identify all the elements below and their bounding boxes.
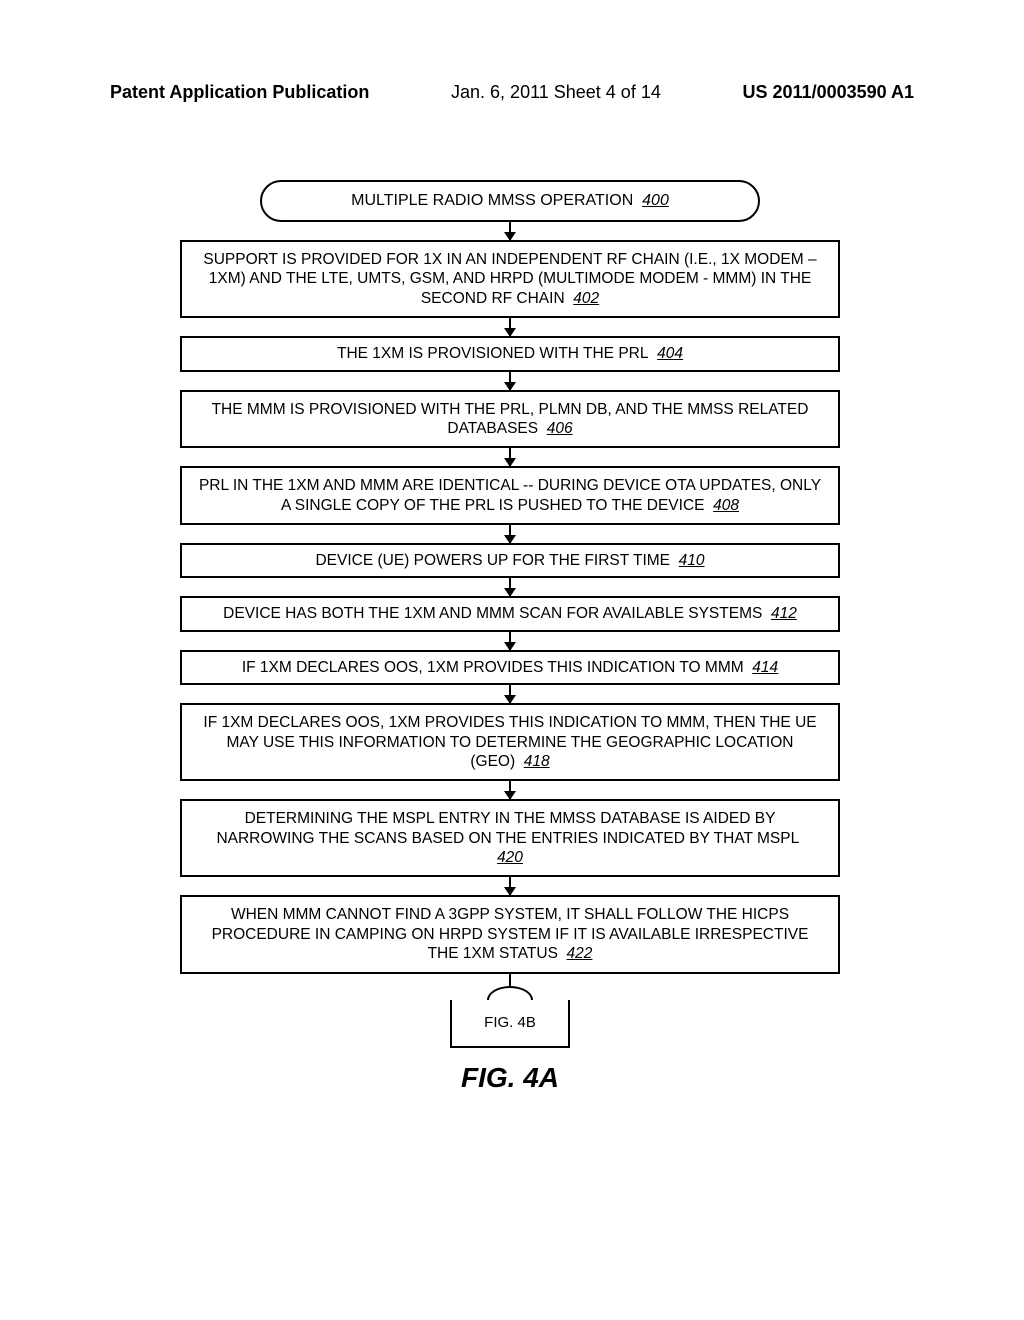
step-ref: 422	[567, 945, 593, 962]
figure-caption: FIG. 4A	[461, 1062, 559, 1094]
arrow-icon	[509, 372, 511, 390]
step-text: IF 1XM DECLARES OOS, 1XM PROVIDES THIS I…	[203, 714, 816, 770]
header-mid: Jan. 6, 2011 Sheet 4 of 14	[451, 82, 661, 103]
flow-title-box: MULTIPLE RADIO MMSS OPERATION 400	[260, 180, 760, 222]
step-text: WHEN MMM CANNOT FIND A 3GPP SYSTEM, IT S…	[212, 906, 809, 962]
step-ref: 408	[713, 497, 739, 514]
step-text: THE MMM IS PROVISIONED WITH THE PRL, PLM…	[212, 401, 809, 437]
step-text: SUPPORT IS PROVIDED FOR 1X IN AN INDEPEN…	[203, 251, 816, 307]
step-text: THE 1XM IS PROVISIONED WITH THE PRL	[337, 345, 648, 362]
page: Patent Application Publication Jan. 6, 2…	[0, 0, 1024, 1320]
flow-step: IF 1XM DECLARES OOS, 1XM PROVIDES THIS I…	[180, 703, 840, 781]
step-ref: 418	[524, 753, 550, 770]
step-ref: 420	[497, 849, 523, 866]
flowchart: MULTIPLE RADIO MMSS OPERATION 400 SUPPOR…	[170, 180, 850, 1094]
arrow-icon	[509, 318, 511, 336]
step-text: DETERMINING THE MSPL ENTRY IN THE MMSS D…	[216, 810, 799, 846]
arrow-icon	[509, 632, 511, 650]
offpage-connector: FIG. 4B	[450, 1000, 570, 1048]
header-right: US 2011/0003590 A1	[743, 82, 914, 103]
arrow-icon	[509, 448, 511, 466]
step-ref: 410	[679, 552, 705, 569]
header-left: Patent Application Publication	[110, 82, 369, 103]
step-text: IF 1XM DECLARES OOS, 1XM PROVIDES THIS I…	[242, 659, 744, 676]
arrow-icon	[509, 222, 511, 240]
step-ref: 406	[547, 420, 573, 437]
arrow-icon	[509, 877, 511, 895]
page-header: Patent Application Publication Jan. 6, 2…	[110, 82, 914, 103]
flow-step: PRL IN THE 1XM AND MMM ARE IDENTICAL -- …	[180, 466, 840, 525]
flow-step: DEVICE HAS BOTH THE 1XM AND MMM SCAN FOR…	[180, 596, 840, 631]
arrow-icon	[509, 685, 511, 703]
step-ref: 414	[752, 659, 778, 676]
connector-tab-icon	[487, 986, 533, 1000]
connector-label: FIG. 4B	[452, 1014, 568, 1031]
flow-step: WHEN MMM CANNOT FIND A 3GPP SYSTEM, IT S…	[180, 895, 840, 973]
arrow-icon	[509, 578, 511, 596]
arrow-icon	[509, 525, 511, 543]
arrow-icon	[509, 781, 511, 799]
step-ref: 402	[573, 290, 599, 307]
step-text: DEVICE (UE) POWERS UP FOR THE FIRST TIME	[315, 552, 670, 569]
step-ref: 412	[771, 605, 797, 622]
flow-step: THE 1XM IS PROVISIONED WITH THE PRL 404	[180, 336, 840, 371]
step-text: DEVICE HAS BOTH THE 1XM AND MMM SCAN FOR…	[223, 605, 762, 622]
flow-step: IF 1XM DECLARES OOS, 1XM PROVIDES THIS I…	[180, 650, 840, 685]
flow-step: DEVICE (UE) POWERS UP FOR THE FIRST TIME…	[180, 543, 840, 578]
flow-title-text: MULTIPLE RADIO MMSS OPERATION	[351, 192, 633, 209]
flow-step: DETERMINING THE MSPL ENTRY IN THE MMSS D…	[180, 799, 840, 877]
flow-title-ref: 400	[642, 192, 669, 209]
flow-step: THE MMM IS PROVISIONED WITH THE PRL, PLM…	[180, 390, 840, 449]
flow-step: SUPPORT IS PROVIDED FOR 1X IN AN INDEPEN…	[180, 240, 840, 318]
step-ref: 404	[657, 345, 683, 362]
